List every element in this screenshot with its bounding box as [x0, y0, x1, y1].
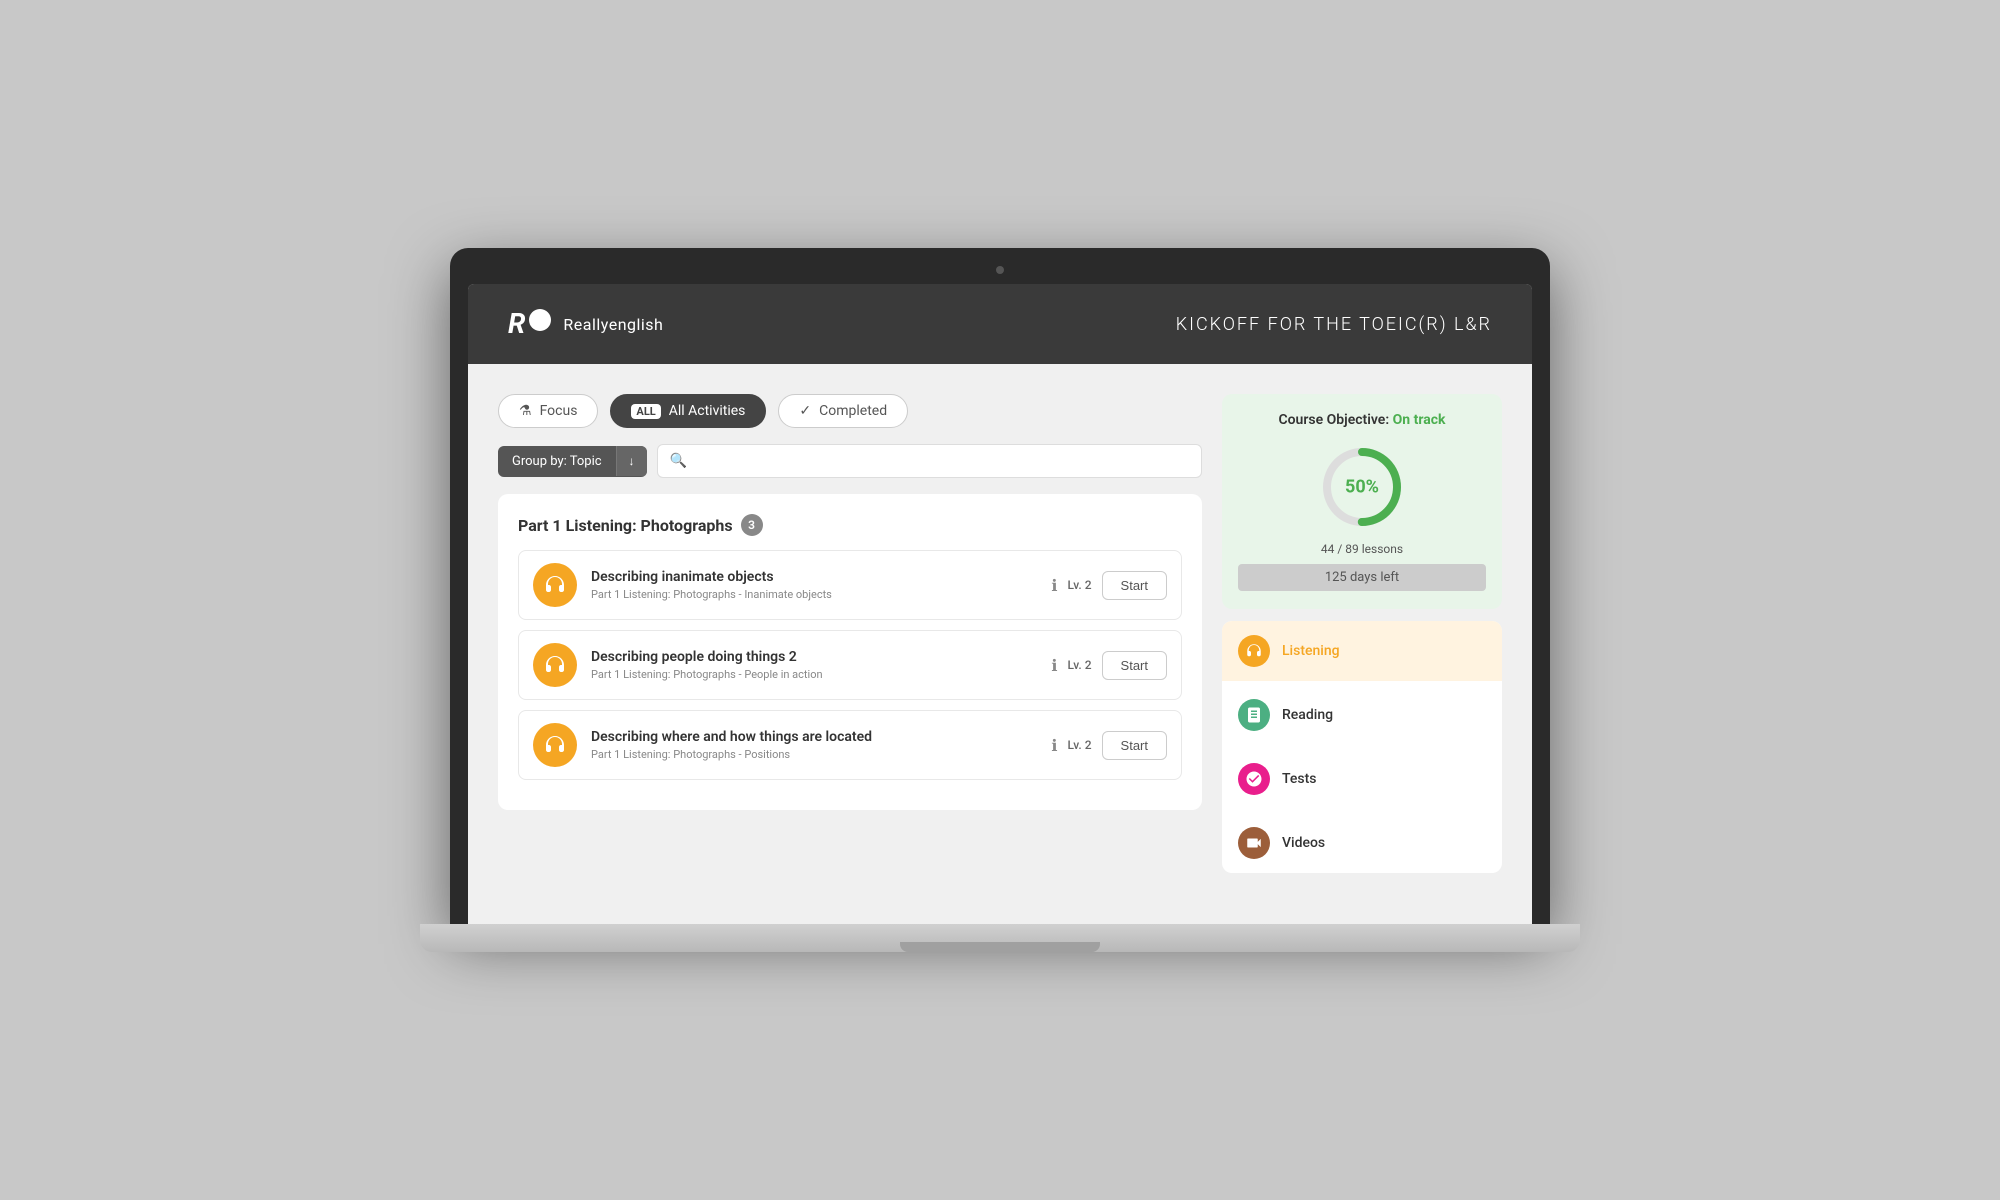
headphones-icon-2	[543, 653, 567, 677]
info-icon-3[interactable]: ℹ	[1051, 736, 1057, 755]
listening-svg	[1245, 642, 1263, 660]
activity-subtitle-1: Part 1 Listening: Photographs - Inanimat…	[591, 588, 1037, 601]
activity-meta-1: ℹ Lv. 2 Start	[1051, 571, 1167, 600]
start-button-3[interactable]: Start	[1102, 731, 1167, 760]
completed-label: Completed	[819, 403, 887, 419]
level-badge-3: Lv. 2	[1067, 738, 1091, 752]
logo-bubble	[529, 309, 551, 331]
activity-title-3: Describing where and how things are loca…	[591, 729, 1037, 745]
completed-icon: ✓	[799, 403, 811, 419]
objective-title: Course Objective: On track	[1238, 412, 1486, 428]
group-by-select[interactable]: Group by: Topic ↓	[498, 446, 647, 477]
filter-tabs: ⚗ Focus ALL All Activities ✓ Completed	[498, 394, 1202, 428]
reading-icon	[1238, 699, 1270, 731]
laptop-screen: R Reallyenglish KICKOFF FOR THE TOEIC(R)…	[450, 248, 1550, 924]
activity-meta-3: ℹ Lv. 2 Start	[1051, 731, 1167, 760]
activity-info-3: Describing where and how things are loca…	[591, 729, 1037, 761]
activity-avatar-3	[533, 723, 577, 767]
laptop-wrapper: R Reallyenglish KICKOFF FOR THE TOEIC(R)…	[450, 248, 1550, 952]
completed-tab[interactable]: ✓ Completed	[778, 394, 908, 428]
section-header: Part 1 Listening: Photographs 3	[518, 514, 1182, 536]
days-left-bar: 125 days left	[1238, 564, 1486, 591]
header-title: KICKOFF FOR THE TOEIC(R) L&R	[1176, 314, 1492, 335]
focus-tab[interactable]: ⚗ Focus	[498, 394, 598, 428]
videos-label: Videos	[1282, 835, 1325, 851]
info-icon-2[interactable]: ℹ	[1051, 656, 1057, 675]
activity-avatar-2	[533, 643, 577, 687]
activity-item-2: Describing people doing things 2 Part 1 …	[518, 630, 1182, 700]
left-panel: ⚗ Focus ALL All Activities ✓ Completed	[498, 394, 1202, 894]
info-icon-1[interactable]: ℹ	[1051, 576, 1057, 595]
section-title: Part 1 Listening: Photographs	[518, 516, 733, 535]
logo-area: R Reallyenglish	[508, 310, 663, 338]
progress-percent: 50%	[1345, 477, 1379, 498]
reading-label: Reading	[1282, 707, 1333, 723]
search-bar: 🔍	[657, 444, 1202, 478]
listening-label: Listening	[1282, 643, 1340, 659]
headphones-icon-3	[543, 733, 567, 757]
group-by-bar: Group by: Topic ↓ 🔍	[498, 444, 1202, 478]
all-activities-label: All Activities	[669, 403, 746, 419]
logo-r-letter: R	[508, 310, 525, 338]
laptop-base	[420, 924, 1580, 952]
search-icon: 🔍	[670, 453, 687, 469]
right-panel: Course Objective: On track 50%	[1222, 394, 1502, 894]
level-badge-1: Lv. 2	[1067, 578, 1091, 592]
activity-info-1: Describing inanimate objects Part 1 List…	[591, 569, 1037, 601]
category-videos[interactable]: Videos	[1222, 813, 1502, 873]
tests-icon	[1238, 763, 1270, 795]
section-badge: 3	[741, 514, 763, 536]
activity-title-2: Describing people doing things 2	[591, 649, 1037, 665]
screen-inner: R Reallyenglish KICKOFF FOR THE TOEIC(R)…	[468, 284, 1532, 924]
start-button-1[interactable]: Start	[1102, 571, 1167, 600]
activity-avatar-1	[533, 563, 577, 607]
all-activities-tab[interactable]: ALL All Activities	[610, 394, 766, 428]
reading-svg	[1245, 706, 1263, 724]
on-track-label: On track	[1393, 412, 1446, 428]
start-button-2[interactable]: Start	[1102, 651, 1167, 680]
app-header: R Reallyenglish KICKOFF FOR THE TOEIC(R)…	[468, 284, 1532, 364]
videos-svg	[1245, 834, 1263, 852]
category-listening[interactable]: Listening	[1222, 621, 1502, 681]
tests-svg	[1245, 770, 1263, 788]
camera	[996, 266, 1004, 274]
activity-subtitle-2: Part 1 Listening: Photographs - People i…	[591, 668, 1037, 681]
activity-title-1: Describing inanimate objects	[591, 569, 1037, 585]
category-list: Listening Reading	[1222, 621, 1502, 873]
logo-icon: R	[508, 310, 551, 338]
lessons-text: 44 / 89 lessons	[1238, 542, 1486, 556]
activity-info-2: Describing people doing things 2 Part 1 …	[591, 649, 1037, 681]
activity-subtitle-3: Part 1 Listening: Photographs - Position…	[591, 748, 1037, 761]
tests-label: Tests	[1282, 771, 1316, 787]
focus-icon: ⚗	[519, 403, 532, 419]
search-input[interactable]	[695, 454, 1189, 469]
level-badge-2: Lv. 2	[1067, 658, 1091, 672]
activities-section: Part 1 Listening: Photographs 3 Describi…	[498, 494, 1202, 810]
activity-item-1: Describing inanimate objects Part 1 List…	[518, 550, 1182, 620]
app-content: ⚗ Focus ALL All Activities ✓ Completed	[468, 364, 1532, 924]
group-by-label: Group by: Topic	[498, 446, 616, 477]
activity-item-3: Describing where and how things are loca…	[518, 710, 1182, 780]
progress-circle: 50%	[1317, 442, 1407, 532]
objective-card: Course Objective: On track 50%	[1222, 394, 1502, 609]
group-by-arrow-icon[interactable]: ↓	[616, 446, 647, 476]
all-badge: ALL	[631, 404, 660, 419]
progress-circle-container: 50%	[1238, 442, 1486, 532]
videos-icon	[1238, 827, 1270, 859]
focus-label: Focus	[540, 403, 578, 419]
headphones-icon-1	[543, 573, 567, 597]
category-tests[interactable]: Tests	[1222, 749, 1502, 809]
activity-meta-2: ℹ Lv. 2 Start	[1051, 651, 1167, 680]
listening-icon	[1238, 635, 1270, 667]
logo-text: Reallyenglish	[563, 315, 663, 334]
category-reading[interactable]: Reading	[1222, 685, 1502, 745]
